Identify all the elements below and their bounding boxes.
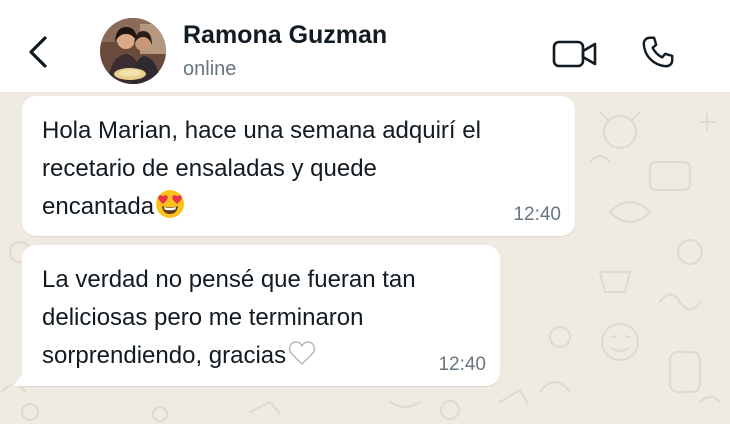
message-text: La verdad no pensé que fueran tan delici…	[42, 261, 492, 380]
video-call-icon	[552, 40, 597, 68]
contact-status: online	[183, 58, 237, 80]
message-text: Hola Marian, hace una semana adquirí el …	[42, 112, 562, 231]
message-bubble[interactable]: Hola Marian, hace una semana adquirí el …	[22, 96, 575, 236]
chevron-left-icon	[29, 36, 47, 68]
phone-icon	[642, 36, 674, 68]
message-time: 12:40	[513, 204, 561, 225]
avatar[interactable]	[100, 18, 166, 84]
message-line: sorprendiendo, gracias	[42, 342, 287, 369]
chat-area: Hola Marian, hace una semana adquirí el …	[0, 92, 730, 424]
video-call-button[interactable]	[550, 34, 600, 74]
contact-name[interactable]: Ramona Guzman	[183, 21, 387, 50]
message-line: recetario de ensaladas y quede	[42, 155, 377, 182]
heart-eyes-emoji-icon	[155, 189, 185, 231]
chat-header: Ramona Guzman online	[0, 0, 730, 92]
message-time: 12:40	[438, 354, 486, 375]
message-line: La verdad no pensé que fueran tan	[42, 266, 416, 293]
back-button[interactable]	[22, 30, 54, 74]
white-heart-emoji-icon	[287, 338, 317, 380]
message-bubble[interactable]: La verdad no pensé que fueran tan delici…	[22, 245, 500, 386]
voice-call-button[interactable]	[636, 30, 680, 74]
message-line: Hola Marian, hace una semana adquirí el	[42, 117, 481, 144]
message-line: encantada	[42, 193, 155, 220]
message-line: deliciosas pero me terminaron	[42, 304, 364, 331]
